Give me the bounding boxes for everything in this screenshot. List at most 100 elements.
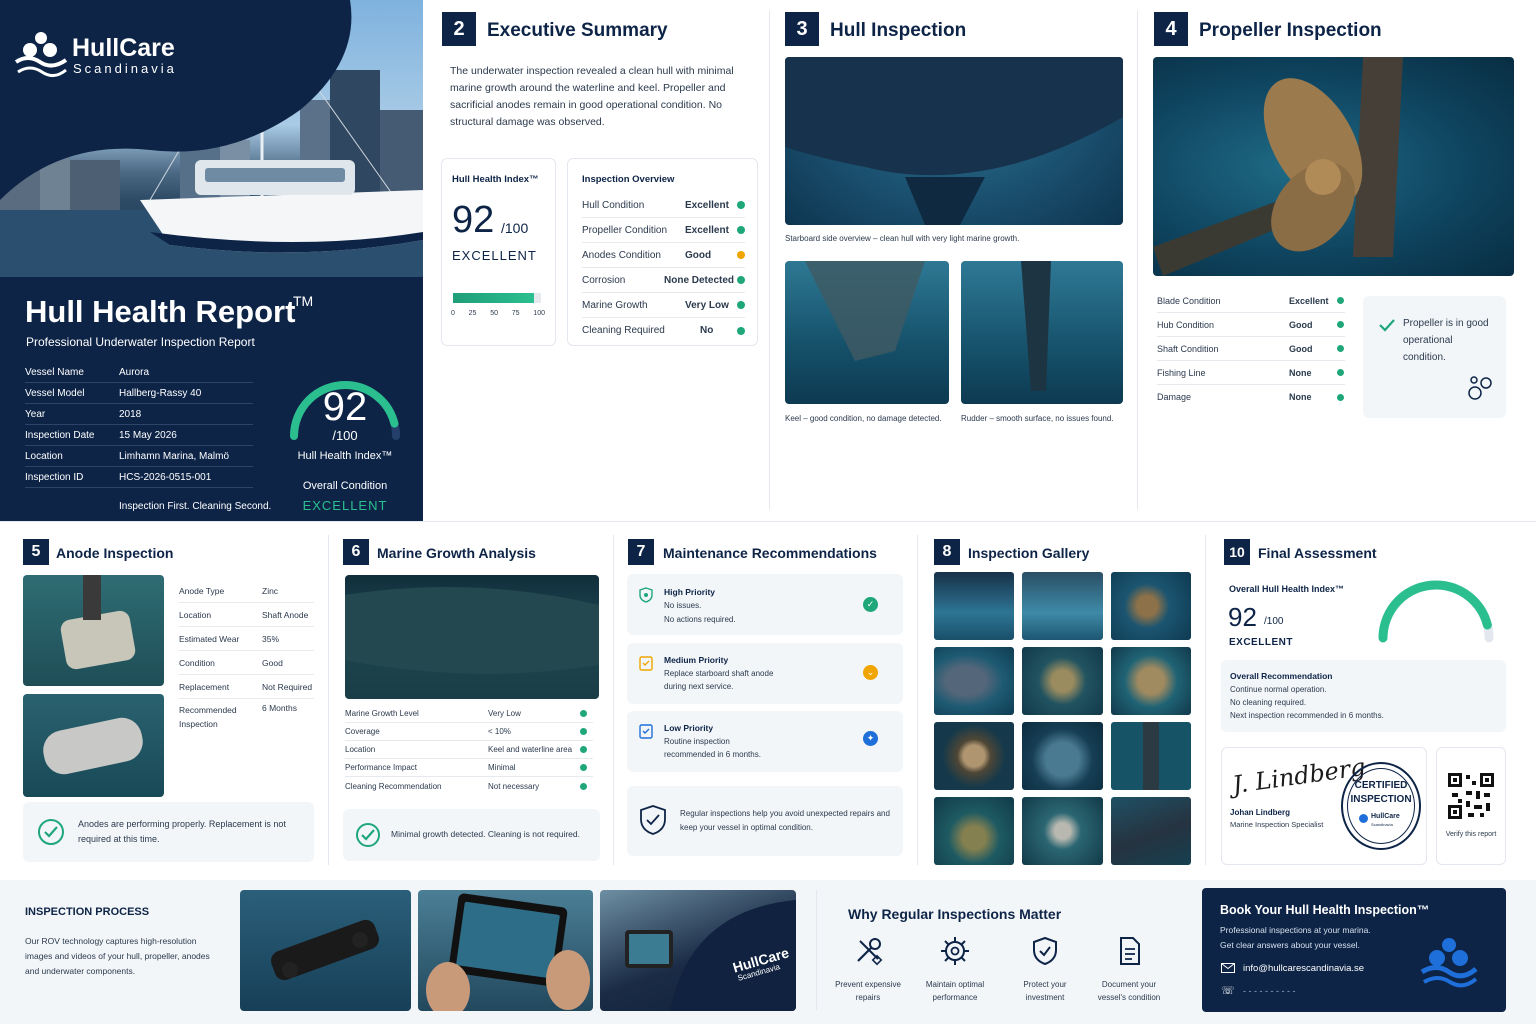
- section-6-title: Marine Growth Analysis: [377, 545, 536, 561]
- why-label: Prevent expensive: [835, 980, 901, 989]
- why-item-performance: Maintain optimal performance: [915, 935, 995, 1002]
- gallery-grid: [934, 572, 1191, 865]
- section-10-number: 10: [1224, 539, 1250, 565]
- gallery-thumb[interactable]: [1110, 647, 1191, 715]
- vessel-info-row: Vessel Name Aurora: [25, 362, 253, 383]
- status-dot-green: [1337, 321, 1344, 328]
- section-10-title: Final Assessment: [1258, 545, 1377, 561]
- recommendation-title: Overall Recommendation: [1230, 671, 1333, 681]
- row-divider: [0, 521, 1536, 522]
- gallery-thumb[interactable]: [934, 722, 1015, 790]
- gallery-thumb[interactable]: [1022, 797, 1103, 865]
- stamp-brand: HullCare: [1371, 813, 1400, 820]
- gallery-thumb[interactable]: [1110, 572, 1191, 640]
- stamp-logo-icon: [1359, 814, 1368, 823]
- hull-photo-starboard: [785, 57, 1123, 225]
- gallery-thumb[interactable]: [934, 797, 1015, 865]
- booking-phone[interactable]: - - - - - - - - - -: [1243, 986, 1295, 996]
- hull-photo-rudder: [961, 261, 1123, 404]
- vessel-info-table: Vessel Name Aurora Vessel Model Hallberg-R…: [25, 362, 253, 488]
- rov-photo: [240, 890, 411, 1011]
- anode-row: Condition Good: [179, 651, 314, 675]
- report-title-tm: TM: [293, 293, 314, 309]
- final-score-max: /100: [1264, 616, 1284, 627]
- growth-row: Location Keel and waterline area: [345, 741, 593, 759]
- divider: [769, 10, 770, 510]
- overall-recommendation-card: Overall Recommendation Continue normal o…: [1221, 660, 1506, 732]
- status-dot-green: [1337, 297, 1344, 304]
- maintenance-note-card: Regular inspections help you avoid unexp…: [627, 786, 903, 856]
- index-card-title: Hull Health Index™: [452, 174, 539, 185]
- final-score-gauge: [1378, 580, 1494, 643]
- shield-icon: [639, 587, 653, 603]
- index-bar-track: [453, 293, 541, 303]
- gallery-thumb[interactable]: [1110, 722, 1191, 790]
- index-card-max: /100: [501, 220, 529, 236]
- booking-email[interactable]: info@hullcarescandinavia.se: [1243, 963, 1364, 974]
- section-3-number: 3: [785, 12, 819, 46]
- growth-row: Cleaning Recommendation Not necessary: [345, 777, 593, 795]
- priority-line2: No actions required.: [664, 615, 736, 624]
- propeller-row: Hub Condition Good: [1157, 313, 1345, 337]
- growth-note-card: Minimal growth detected. Cleaning is not…: [343, 809, 600, 861]
- booking-panel: Book Your Hull Health Inspection™ Profes…: [1202, 888, 1506, 1012]
- brand-name: HullCare: [72, 34, 175, 62]
- cover-overall-value: EXCELLENT: [302, 498, 388, 513]
- section-6-number: 6: [343, 539, 369, 565]
- marine-growth-table: Marine Growth Level Very Low Coverage < 10…: [345, 705, 593, 797]
- anode-row: Location Shaft Anode: [179, 603, 314, 627]
- booking-line2: Get clear answers about your vessel.: [1220, 940, 1360, 950]
- section-3-title: Hull Inspection: [830, 20, 967, 41]
- why-title: Why Regular Inspections Matter: [848, 906, 1062, 922]
- gallery-thumb[interactable]: [1022, 647, 1103, 715]
- why-label: repairs: [855, 993, 881, 1002]
- info-badge-icon: ✦: [863, 731, 878, 746]
- hull-caption-rudder: Rudder – smooth surface, no issues found…: [961, 414, 1114, 423]
- shield-icon: [1033, 936, 1057, 966]
- qr-card[interactable]: Verify this report: [1436, 747, 1506, 865]
- anode-row: Recommended Inspection 6 Months: [179, 703, 297, 729]
- verify-label: Verify this report: [1445, 831, 1497, 838]
- gallery-thumb[interactable]: [1022, 572, 1103, 640]
- why-item-document: Document your vessel's condition: [1089, 935, 1169, 1002]
- status-dot-green: [737, 326, 745, 335]
- maintenance-note: Regular inspections help you avoid unexp…: [680, 809, 890, 832]
- check-icon: [1379, 319, 1395, 332]
- gallery-thumb[interactable]: [1022, 722, 1103, 790]
- priority-title: Low Priority: [664, 723, 714, 733]
- status-dot-green: [737, 201, 745, 209]
- status-dot-amber: [737, 251, 745, 259]
- priority-card-low: Low Priority Routine inspection recommen…: [627, 711, 903, 772]
- certified-stamp: CERTIFIED INSPECTION HullCare Scandinavi…: [1341, 762, 1421, 850]
- section-7-number: 7: [628, 539, 654, 565]
- check-badge-icon: ✓: [863, 597, 878, 612]
- cover-overall-label: Overall Condition: [302, 480, 388, 492]
- section-4-title: Propeller Inspection: [1199, 20, 1382, 41]
- clipboard-icon: [639, 656, 653, 671]
- gear-icon: [941, 937, 969, 965]
- divider: [1205, 535, 1206, 865]
- gallery-thumb[interactable]: [1110, 797, 1191, 865]
- final-score: 92: [1228, 602, 1257, 632]
- process-text: Our ROV technology captures high-resolut…: [25, 936, 210, 976]
- priority-line1: Routine inspection: [664, 737, 730, 746]
- report-title: Hull Health Report: [25, 294, 296, 329]
- divider: [816, 890, 817, 1010]
- hull-caption-keel: Keel – good condition, no damage detecte…: [785, 414, 942, 423]
- overview-row: Cleaning Required No: [582, 318, 745, 343]
- propeller-table: Blade Condition Excellent Hub Condition Go…: [1157, 289, 1345, 409]
- brand-sub: Scandinavia: [73, 61, 177, 76]
- gallery-thumb[interactable]: [934, 572, 1015, 640]
- growth-row: Marine Growth Level Very Low: [345, 705, 593, 723]
- shield-check-icon: [640, 805, 666, 835]
- anode-photo-2: [23, 694, 164, 797]
- cover-score: 92: [322, 385, 368, 429]
- priority-line2: recommended in 6 months.: [664, 750, 761, 759]
- marine-growth-photo: [345, 575, 599, 699]
- why-label: Maintain optimal: [925, 980, 985, 989]
- status-dot-green: [580, 782, 587, 790]
- status-dot-green: [737, 301, 745, 309]
- status-dot-green: [580, 764, 587, 771]
- hull-photo-keel: [785, 261, 949, 404]
- gallery-thumb[interactable]: [934, 647, 1015, 715]
